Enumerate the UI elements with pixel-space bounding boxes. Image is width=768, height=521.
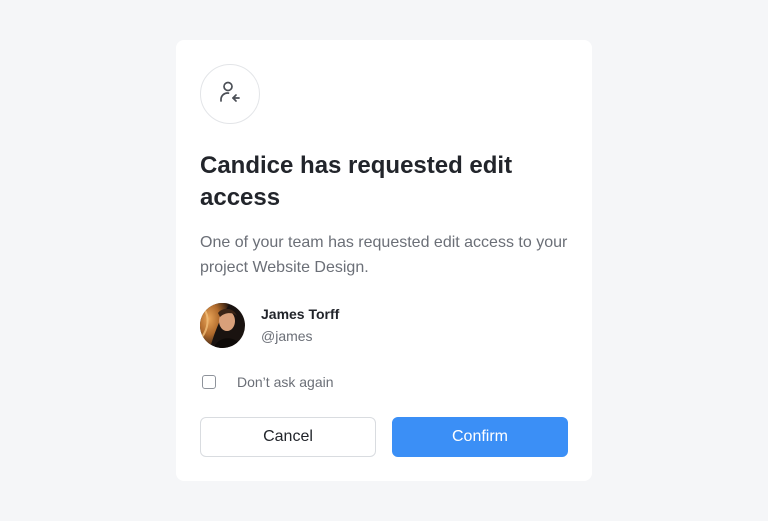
icon-container	[200, 64, 260, 124]
dont-ask-again-label: Don’t ask again	[237, 374, 334, 390]
user-request-icon	[218, 80, 242, 109]
confirm-button[interactable]: Confirm	[392, 417, 568, 457]
cancel-button[interactable]: Cancel	[200, 417, 376, 457]
dont-ask-again-option[interactable]: Don’t ask again	[202, 372, 334, 392]
user-name: James Torff	[261, 305, 340, 322]
dialog-title: Candice has requested edit access	[200, 152, 513, 211]
user-handle: @james	[261, 327, 313, 344]
dont-ask-again-checkbox[interactable]	[202, 375, 216, 389]
user-info: James Torff @james	[261, 304, 339, 347]
dialog-description: One of your team has requested edit acce…	[200, 234, 568, 276]
requester-info: James Torff @james	[200, 302, 339, 348]
avatar	[200, 302, 245, 348]
access-request-dialog: Candice has requested edit access One of…	[176, 40, 592, 481]
